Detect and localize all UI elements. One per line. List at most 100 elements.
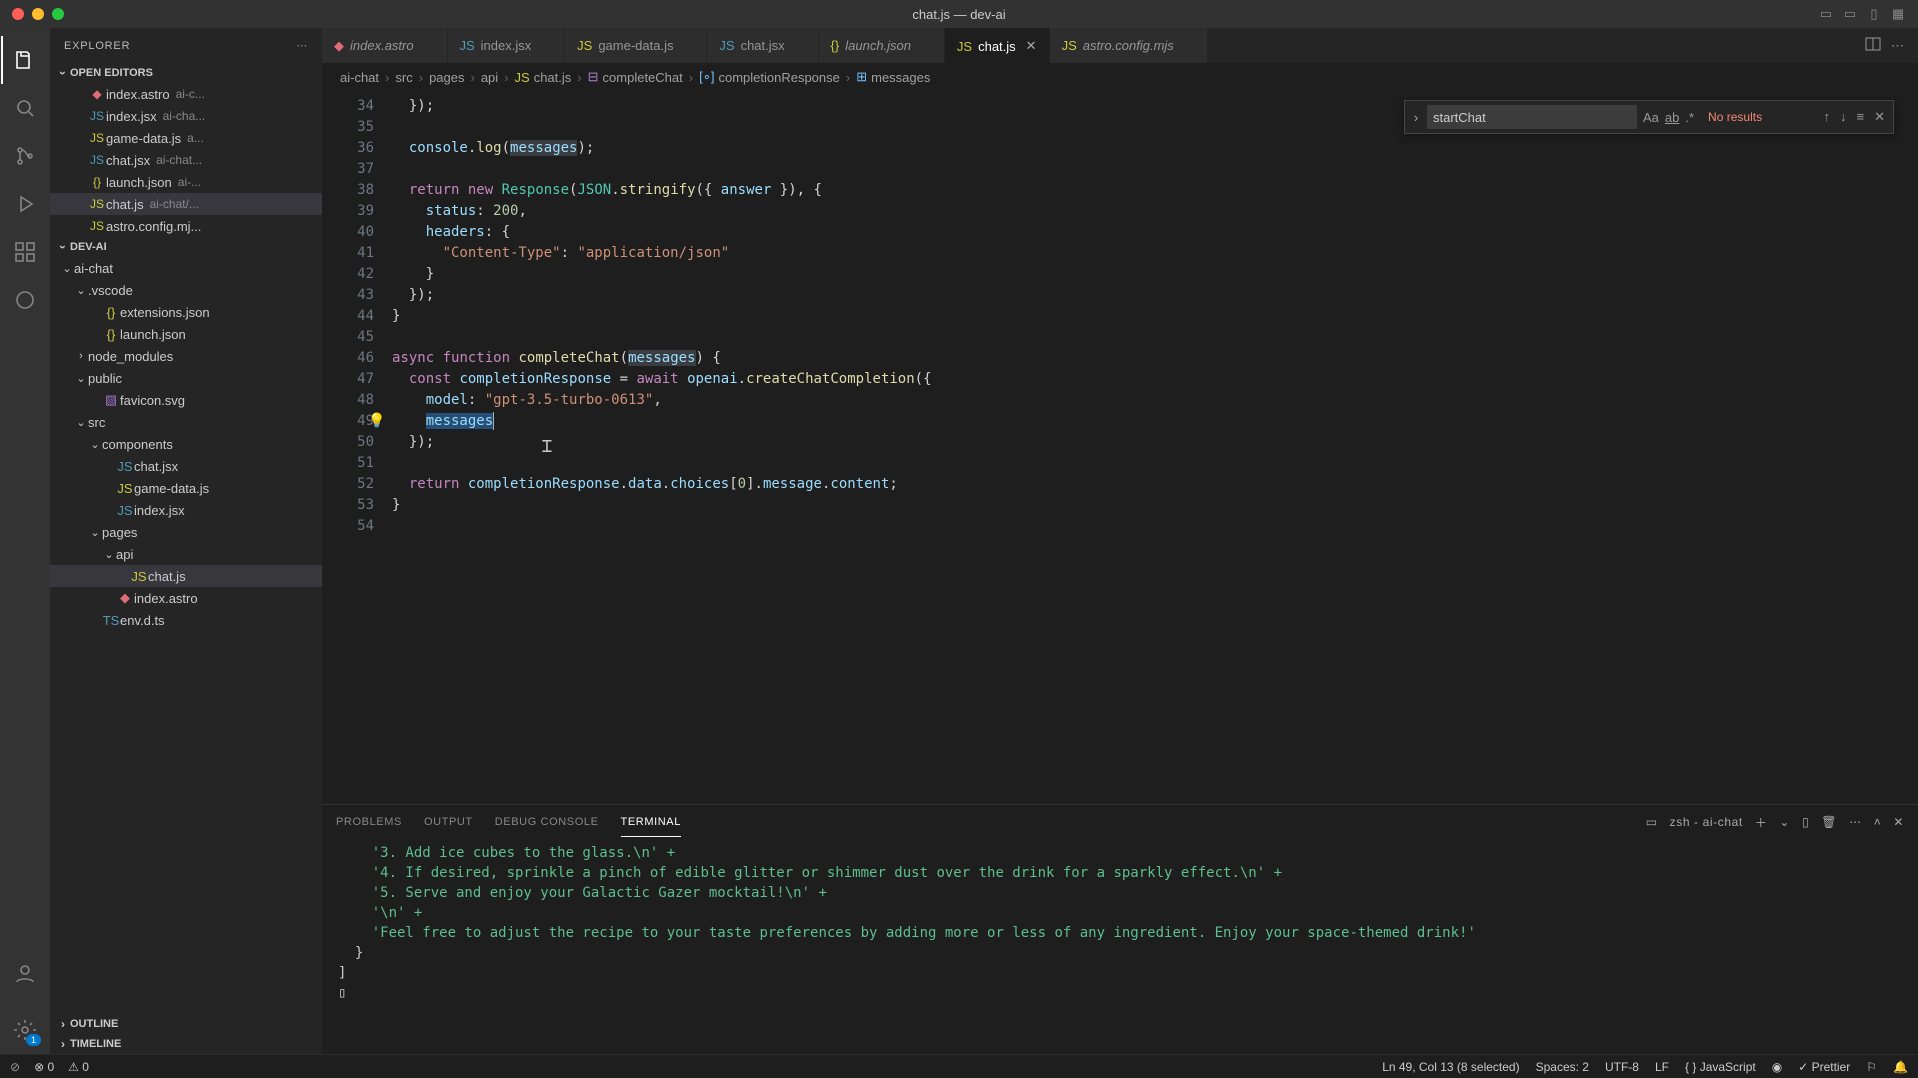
open-editor-item[interactable]: JS game-data.js a... bbox=[50, 127, 322, 149]
open-editor-item[interactable]: JS astro.config.mj... bbox=[50, 215, 322, 237]
tree-folder[interactable]: ⌄ai-chat bbox=[50, 257, 322, 279]
code-line[interactable]: return new Response(JSON.stringify({ ans… bbox=[392, 180, 1918, 201]
code-line[interactable] bbox=[392, 516, 1918, 537]
open-editor-item[interactable]: {} launch.json ai-... bbox=[50, 171, 322, 193]
terminal-output[interactable]: '3. Add ice cubes to the glass.\n' + '4.… bbox=[322, 839, 1918, 1054]
find-prev-icon[interactable]: ↑ bbox=[1824, 109, 1831, 125]
find-selection-icon[interactable]: ≡ bbox=[1857, 109, 1865, 125]
find-expand-icon[interactable]: › bbox=[1405, 110, 1427, 125]
tree-folder[interactable]: ⌄pages bbox=[50, 521, 322, 543]
code-line[interactable]: } bbox=[392, 264, 1918, 285]
panel-tab-output[interactable]: OUTPUT bbox=[424, 808, 473, 837]
layout-toggle-panel-icon[interactable]: ▭ bbox=[1840, 4, 1860, 24]
activity-search-icon[interactable] bbox=[1, 84, 49, 132]
breadcrumb-item[interactable]: ⊞ messages bbox=[856, 69, 930, 85]
terminal-kill-icon[interactable]: 🗑 bbox=[1821, 815, 1837, 829]
tree-file[interactable]: {}launch.json bbox=[50, 323, 322, 345]
open-editors-section[interactable]: ›OPEN EDITORS bbox=[50, 63, 322, 83]
tree-folder[interactable]: ⌄.vscode bbox=[50, 279, 322, 301]
maximize-window-button[interactable] bbox=[52, 8, 64, 20]
tree-file[interactable]: TSenv.d.ts bbox=[50, 609, 322, 631]
status-spaces[interactable]: Spaces: 2 bbox=[1536, 1060, 1589, 1074]
panel-tab-terminal[interactable]: TERMINAL bbox=[621, 808, 681, 837]
status-eol[interactable]: LF bbox=[1655, 1060, 1669, 1074]
split-editor-icon[interactable] bbox=[1865, 36, 1881, 55]
terminal-launch-profile-icon[interactable]: ▭ bbox=[1646, 815, 1658, 829]
code-line[interactable] bbox=[392, 159, 1918, 180]
code-line[interactable] bbox=[392, 327, 1918, 348]
code-line[interactable]: return completionResponse.data.choices[0… bbox=[392, 474, 1918, 495]
tab-astro.config.mjs[interactable]: JS astro.config.mjs ✕ bbox=[1050, 28, 1208, 63]
breadcrumbs[interactable]: ai-chat›src›pages›api›JS chat.js›⊟ compl… bbox=[322, 64, 1918, 90]
tree-folder[interactable]: ⌄public bbox=[50, 367, 322, 389]
code-line[interactable]: console.log(messages); bbox=[392, 138, 1918, 159]
code-line[interactable]: } bbox=[392, 495, 1918, 516]
tab-more-icon[interactable]: ⋯ bbox=[1891, 38, 1904, 54]
customize-layout-icon[interactable]: ▦ bbox=[1888, 4, 1908, 24]
tree-file[interactable]: {}extensions.json bbox=[50, 301, 322, 323]
find-regex-icon[interactable]: .* bbox=[1685, 110, 1694, 125]
activity-account-icon[interactable] bbox=[1, 950, 49, 998]
activity-settings-icon[interactable]: 1 bbox=[1, 1006, 49, 1054]
activity-explorer-icon[interactable] bbox=[1, 36, 49, 84]
tree-folder[interactable]: ⌄api bbox=[50, 543, 322, 565]
layout-toggle-secondary-icon[interactable]: ▯ bbox=[1864, 4, 1884, 24]
activity-extensions-icon[interactable] bbox=[1, 228, 49, 276]
code-editor[interactable]: 3435363738394041424344454647484950515253… bbox=[322, 90, 1918, 804]
layout-toggle-primary-icon[interactable]: ▭ bbox=[1816, 4, 1836, 24]
tab-index.jsx[interactable]: JS index.jsx ✕ bbox=[448, 28, 566, 63]
find-input[interactable] bbox=[1427, 105, 1637, 129]
status-remote-icon[interactable]: ⊘ bbox=[10, 1060, 20, 1074]
find-match-case-icon[interactable]: Aa bbox=[1643, 110, 1659, 125]
close-window-button[interactable] bbox=[12, 8, 24, 20]
timeline-section[interactable]: ›TIMELINE bbox=[50, 1034, 322, 1054]
activity-debug-icon[interactable] bbox=[1, 180, 49, 228]
code-line[interactable]: model: "gpt-3.5-turbo-0613", bbox=[392, 390, 1918, 411]
breadcrumb-item[interactable]: pages bbox=[429, 70, 464, 85]
tab-close-icon[interactable]: ✕ bbox=[1026, 38, 1037, 54]
sidebar-more-icon[interactable]: ⋯ bbox=[296, 39, 308, 52]
tree-folder[interactable]: ›node_modules bbox=[50, 345, 322, 367]
open-editor-item[interactable]: JS chat.jsx ai-chat... bbox=[50, 149, 322, 171]
terminal-split-icon[interactable]: ▯ bbox=[1802, 815, 1809, 829]
activity-scm-icon[interactable] bbox=[1, 132, 49, 180]
panel-close-icon[interactable]: ✕ bbox=[1893, 815, 1904, 829]
status-encoding[interactable]: UTF-8 bbox=[1605, 1060, 1639, 1074]
breadcrumb-item[interactable]: api bbox=[481, 70, 498, 85]
tree-file[interactable]: JSgame-data.js bbox=[50, 477, 322, 499]
code-line[interactable]: const completionResponse = await openai.… bbox=[392, 369, 1918, 390]
tree-file[interactable]: ▧favicon.svg bbox=[50, 389, 322, 411]
project-section[interactable]: ›DEV-AI bbox=[50, 237, 322, 257]
panel-more-icon[interactable]: ⋯ bbox=[1849, 815, 1862, 829]
status-language[interactable]: { } JavaScript bbox=[1685, 1060, 1756, 1074]
terminal-name[interactable]: zsh - ai-chat bbox=[1670, 815, 1743, 829]
open-editor-item[interactable]: JS index.jsx ai-cha... bbox=[50, 105, 322, 127]
tree-folder[interactable]: ⌄components bbox=[50, 433, 322, 455]
breadcrumb-item[interactable]: ai-chat bbox=[340, 70, 379, 85]
find-whole-word-icon[interactable]: ab bbox=[1665, 110, 1679, 125]
code-line[interactable]: async function completeChat(messages) { bbox=[392, 348, 1918, 369]
breadcrumb-item[interactable]: JS chat.js bbox=[515, 70, 572, 85]
tab-launch.json[interactable]: {} launch.json ✕ bbox=[819, 28, 945, 63]
status-warnings[interactable]: ⚠ 0 bbox=[68, 1060, 89, 1074]
tab-game-data.js[interactable]: JS game-data.js ✕ bbox=[565, 28, 707, 63]
tree-file[interactable]: JSchat.jsx bbox=[50, 455, 322, 477]
panel-tab-problems[interactable]: PROBLEMS bbox=[336, 808, 402, 837]
tree-file[interactable]: ◆index.astro bbox=[50, 587, 322, 609]
tab-chat.jsx[interactable]: JS chat.jsx ✕ bbox=[707, 28, 818, 63]
code-line[interactable]: headers: { bbox=[392, 222, 1918, 243]
code-line[interactable]: } bbox=[392, 306, 1918, 327]
panel-tab-debug-console[interactable]: DEBUG CONSOLE bbox=[495, 808, 599, 837]
status-prettier[interactable]: ✓ Prettier bbox=[1798, 1060, 1850, 1074]
open-editor-item[interactable]: ◆ index.astro ai-c... bbox=[50, 83, 322, 105]
find-next-icon[interactable]: ↓ bbox=[1840, 109, 1847, 125]
terminal-dropdown-icon[interactable]: ⌄ bbox=[1779, 815, 1790, 829]
find-close-icon[interactable]: ✕ bbox=[1874, 109, 1885, 125]
terminal-new-icon[interactable]: ＋ bbox=[1755, 814, 1768, 831]
status-feedback-icon[interactable]: ⚐ bbox=[1866, 1060, 1877, 1074]
tab-chat.js[interactable]: JS chat.js ✕ bbox=[945, 28, 1050, 63]
tree-folder[interactable]: ⌄src bbox=[50, 411, 322, 433]
status-bell-icon[interactable]: 🔔 bbox=[1893, 1060, 1908, 1074]
status-errors[interactable]: ⊗ 0 bbox=[34, 1060, 54, 1074]
code-line[interactable]: status: 200, bbox=[392, 201, 1918, 222]
